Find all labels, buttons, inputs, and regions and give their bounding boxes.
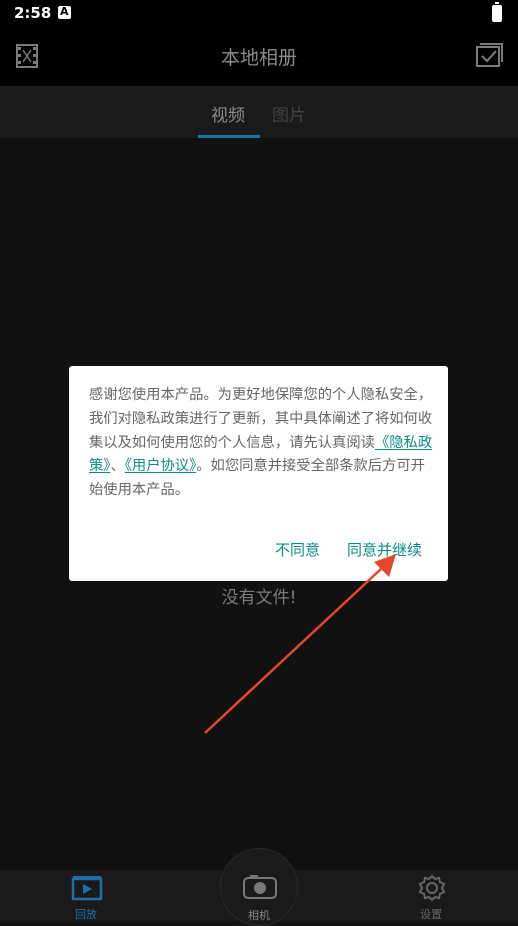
nav-playback-label: 回放	[75, 908, 97, 921]
battery-icon	[492, 2, 502, 22]
user-agreement-link[interactable]: 《用户协议》	[125, 458, 196, 474]
camera-icon	[243, 875, 277, 899]
status-bar: 2:58	[0, 0, 518, 28]
nav-camera[interactable]: 相机	[220, 848, 298, 926]
dialog-message: 感谢您使用本产品。为更好地保障您的个人隐私安全，我们对隐私政策进行了更新，其中具…	[89, 384, 435, 503]
dialog-separator: 、	[110, 458, 125, 475]
privacy-dialog: 感谢您使用本产品。为更好地保障您的个人隐私安全，我们对隐私政策进行了更新，其中具…	[69, 366, 448, 581]
status-time: 2:58	[14, 4, 52, 22]
nav-settings-label: 设置	[420, 908, 442, 921]
nav-settings[interactable]: 设置	[391, 870, 471, 922]
playback-icon	[71, 876, 103, 901]
disagree-button[interactable]: 不同意	[275, 539, 320, 560]
notification-a-icon	[58, 5, 71, 19]
settings-icon	[418, 874, 446, 902]
nav-playback[interactable]: 回放	[46, 870, 126, 922]
nav-camera-label: 相机	[248, 909, 270, 922]
agree-continue-button[interactable]: 同意并继续	[347, 539, 422, 560]
